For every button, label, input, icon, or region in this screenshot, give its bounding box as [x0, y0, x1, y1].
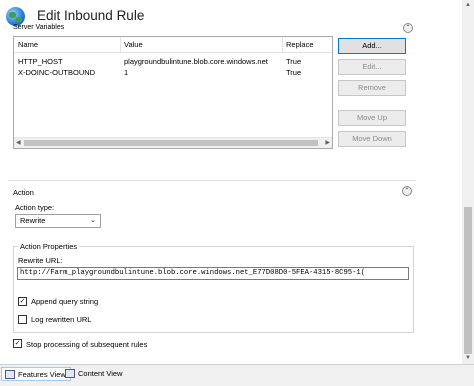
tab-features-view-label: Features View — [18, 370, 66, 379]
column-header-value[interactable]: Value — [124, 40, 143, 49]
action-type-label: Action type: — [15, 203, 55, 212]
add-button[interactable]: Add... — [338, 38, 406, 54]
horizontal-scrollbar[interactable]: ◀ ▶ — [14, 137, 332, 148]
view-switcher-bar: Features View Content View — [0, 364, 474, 386]
cell-replace: True — [286, 68, 302, 77]
stop-processing-label: Stop processing of subsequent rules — [26, 340, 148, 349]
checkmark-icon: ✓ — [19, 298, 26, 305]
chevron-up-icon: ⌃ — [404, 188, 410, 194]
column-header-replace[interactable]: Replace — [286, 40, 314, 49]
chevron-up-icon: ⌃ — [405, 25, 411, 31]
column-header-name[interactable]: Name — [18, 40, 38, 49]
action-type-select[interactable]: Rewrite ⌄ — [15, 214, 101, 228]
tab-content-view-label: Content View — [78, 369, 123, 378]
features-view-icon — [5, 370, 15, 379]
server-variables-table[interactable]: Name Value Replace HTTP_HOST playgroundb… — [13, 36, 333, 149]
checkmark-icon: ✓ — [14, 340, 21, 347]
scroll-up-icon[interactable]: ▲ — [465, 2, 471, 8]
collapse-action-button[interactable]: ⌃ — [402, 186, 412, 196]
move-down-button[interactable]: Move Down — [338, 131, 406, 147]
vertical-scrollbar[interactable]: ▲ ▼ — [462, 0, 474, 364]
chevron-down-icon: ⌄ — [90, 217, 96, 224]
cell-value: 1 — [124, 68, 129, 77]
tab-content-view[interactable]: Content View — [62, 367, 126, 381]
tab-features-view[interactable]: Features View — [1, 367, 71, 381]
stop-processing-checkbox[interactable]: ✓ — [13, 339, 22, 348]
append-query-label: Append query string — [31, 297, 99, 306]
remove-button[interactable]: Remove — [338, 80, 406, 96]
append-query-checkbox[interactable]: ✓ — [18, 297, 27, 306]
action-type-value: Rewrite — [20, 216, 46, 225]
scrollbar-thumb[interactable] — [24, 140, 318, 146]
collapse-server-variables-button[interactable]: ⌃ — [403, 23, 413, 33]
log-rewritten-label: Log rewritten URL — [31, 315, 92, 324]
rewrite-url-input[interactable]: http://Farm_playgroundbulintune.blob.cor… — [17, 267, 409, 280]
page-title: Edit Inbound Rule — [37, 8, 145, 23]
table-row[interactable]: HTTP_HOST playgroundbulintune.blob.core.… — [14, 54, 332, 66]
scroll-left-icon[interactable]: ◀ — [16, 139, 21, 146]
content-view-icon — [65, 369, 75, 378]
move-up-button[interactable]: Move Up — [338, 110, 406, 126]
table-row[interactable]: X-DOINC-OUTBOUND 1 True — [14, 65, 332, 77]
server-variables-label: Server Variables — [13, 24, 65, 31]
scroll-right-icon[interactable]: ▶ — [325, 139, 330, 146]
log-rewritten-checkbox[interactable] — [18, 315, 27, 324]
cell-name: X-DOINC-OUTBOUND — [18, 68, 96, 77]
edit-button[interactable]: Edit... — [338, 59, 406, 75]
scrollbar-thumb[interactable] — [464, 207, 472, 354]
action-properties-label: Action Properties — [18, 242, 80, 251]
section-divider — [8, 180, 416, 181]
action-section-label: Action — [13, 188, 34, 197]
table-header: Name Value Replace — [14, 37, 332, 53]
rewrite-url-label: Rewrite URL: — [18, 256, 63, 265]
scroll-down-icon[interactable]: ▼ — [465, 355, 471, 361]
